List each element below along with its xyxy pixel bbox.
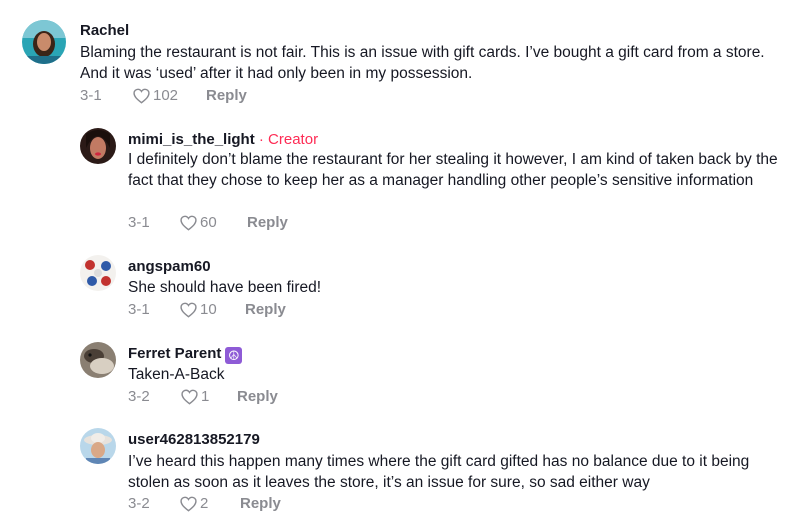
heart-outline-icon	[180, 215, 197, 231]
reply-button[interactable]: Reply	[245, 301, 286, 319]
comment-meta: 3-2 1 Reply	[128, 388, 428, 408]
comment-text: Blaming the restaurant is not fair. This…	[80, 44, 765, 82]
like-button[interactable]: 60	[180, 214, 217, 232]
username-text[interactable]: Ferret Parent	[128, 345, 221, 362]
like-count: 102	[153, 87, 179, 104]
comment-reply-item: user462813852179 I’ve heard this happen …	[0, 422, 792, 528]
comment-text: I definitely don’t blame the restaurant …	[128, 151, 778, 189]
comment-meta: 3-2 2 Reply	[128, 495, 428, 515]
comment-date: 3-1	[128, 301, 150, 318]
avatar[interactable]	[22, 20, 66, 64]
comment-date: 3-2	[128, 495, 150, 512]
comment-reply-item: angspam60 She should have been fired! 3-…	[0, 248, 792, 328]
reply-button[interactable]: Reply	[240, 495, 281, 513]
comment-meta: 3-1 60 Reply	[128, 214, 428, 234]
comment-username[interactable]: Ferret Parent ☮	[128, 345, 243, 364]
comment-date: 3-1	[128, 214, 150, 231]
avatar[interactable]	[80, 255, 116, 291]
comment-meta: 3-1 10 Reply	[128, 301, 428, 321]
reply-button[interactable]: Reply	[237, 388, 278, 406]
like-count: 2	[200, 495, 209, 512]
avatar[interactable]	[80, 428, 116, 464]
comment-text: She should have been fired!	[128, 279, 322, 296]
comment-date: 3-1	[80, 87, 102, 104]
like-button[interactable]: 2	[180, 495, 208, 513]
heart-outline-icon	[181, 389, 198, 405]
comment-username[interactable]: Rachel	[80, 22, 129, 40]
creator-badge: Creator	[268, 131, 319, 148]
comment-username[interactable]: user462813852179	[128, 431, 260, 449]
reply-button[interactable]: Reply	[206, 87, 247, 105]
reply-button[interactable]: Reply	[247, 214, 288, 232]
like-count: 1	[201, 388, 210, 405]
heart-outline-icon	[133, 88, 150, 104]
comment-reply-item: Ferret Parent ☮ Taken-A-Back 3-2 1 Reply	[0, 336, 792, 416]
username-text[interactable]: mimi_is_the_light	[128, 131, 255, 148]
comment-meta: 3-1 102 Reply	[80, 87, 380, 107]
like-button[interactable]: 10	[180, 301, 217, 319]
like-count: 10	[200, 301, 217, 318]
comment-item: Rachel Blaming the restaurant is not fai…	[0, 0, 792, 115]
like-count: 60	[200, 214, 217, 231]
comment-date: 3-2	[128, 388, 150, 405]
peace-sign-icon: ☮	[225, 347, 243, 364]
like-button[interactable]: 1	[181, 388, 209, 406]
separator: ·	[254, 131, 269, 148]
comment-username[interactable]: angspam60	[128, 258, 211, 276]
comment-text: Taken-A-Back	[128, 366, 225, 383]
comment-text: I’ve heard this happen many times where …	[128, 453, 750, 491]
comment-username[interactable]: mimi_is_the_light · Creator	[128, 131, 318, 149]
heart-outline-icon	[180, 302, 197, 318]
avatar[interactable]	[80, 128, 116, 164]
avatar[interactable]	[80, 342, 116, 378]
like-button[interactable]: 102	[133, 87, 178, 105]
comment-reply-item: mimi_is_the_light · Creator I definitely…	[0, 120, 792, 240]
heart-outline-icon	[180, 496, 197, 512]
